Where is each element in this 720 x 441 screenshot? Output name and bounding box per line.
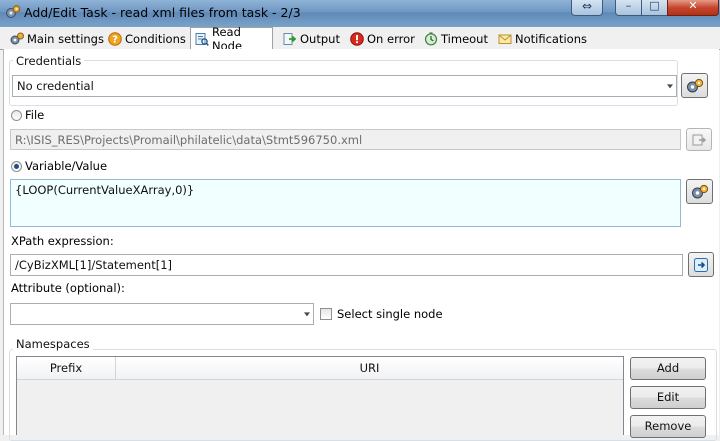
credentials-group-label: Credentials	[13, 54, 85, 68]
browse-file-icon	[692, 134, 706, 145]
tab-label: Conditions	[125, 31, 186, 46]
variable-value-textarea[interactable]: {LOOP(CurrentValueXArray,0)}	[10, 179, 681, 227]
attribute-dropdown[interactable]	[10, 303, 314, 325]
maximize-button[interactable]: □	[641, 0, 668, 16]
envelope-icon	[498, 34, 512, 44]
tab-on-error[interactable]: On error	[346, 29, 419, 48]
browse-file-button[interactable]	[686, 128, 712, 151]
app-gears-icon	[6, 5, 21, 18]
tab-main-settings[interactable]: Main settings	[6, 29, 108, 48]
variable-radio[interactable]	[11, 161, 22, 172]
credentials-dropdown[interactable]: No credential	[12, 75, 677, 97]
error-icon	[350, 31, 364, 46]
table-body	[17, 380, 623, 435]
svg-text:?: ?	[112, 34, 118, 45]
tab-conditions[interactable]: ? Conditions	[104, 29, 190, 48]
file-radio[interactable]	[11, 110, 22, 121]
read-node-icon	[195, 33, 209, 46]
tab-timeout[interactable]: Timeout	[420, 29, 492, 48]
tab-strip: Main settings ? Conditions Read Node Out…	[0, 25, 720, 53]
tab-label: Timeout	[441, 31, 488, 46]
tab-label: Main settings	[27, 31, 104, 46]
timeout-icon	[424, 31, 438, 45]
output-icon	[283, 32, 297, 45]
title-bar: Add/Edit Task - read xml files from task…	[0, 0, 720, 28]
tab-notifications[interactable]: Notifications	[494, 29, 591, 48]
xpath-builder-button[interactable]	[688, 252, 714, 277]
file-path-input[interactable]: R:\ISIS_RES\Projects\Promail\philatelic\…	[10, 129, 681, 150]
chevron-down-icon	[667, 84, 673, 89]
variable-label: Variable/Value	[25, 159, 108, 173]
gears-icon	[686, 78, 703, 92]
close-button[interactable]: ✕	[667, 0, 719, 16]
table-header: Prefix URI	[17, 357, 623, 380]
namespaces-group-label: Namespaces	[13, 337, 93, 351]
read-node-panel: Credentials No credential File R:\ISIS_R…	[3, 49, 719, 441]
xpath-input[interactable]: /CyBizXML[1]/Statement[1]	[10, 254, 683, 276]
minimize-button[interactable]: –	[615, 0, 642, 16]
column-header-uri[interactable]: URI	[116, 357, 623, 379]
variable-settings-button[interactable]	[686, 179, 713, 204]
select-single-node-checkbox[interactable]	[320, 308, 332, 320]
file-label: File	[25, 108, 45, 122]
question-icon: ?	[108, 31, 122, 46]
tab-label: Notifications	[515, 31, 587, 46]
chevron-down-icon	[304, 312, 310, 317]
credentials-value: No credential	[17, 79, 94, 93]
edit-namespace-button[interactable]: Edit	[630, 386, 706, 409]
window-title: Add/Edit Task - read xml files from task…	[24, 5, 301, 20]
swap-icon[interactable]: ⇔	[571, 0, 603, 16]
tab-label: Output	[300, 31, 340, 46]
tab-label: On error	[367, 31, 415, 46]
add-namespace-button[interactable]: Add	[630, 357, 706, 380]
tab-output[interactable]: Output	[279, 29, 344, 48]
xpath-label: XPath expression:	[11, 234, 114, 248]
attribute-label: Attribute (optional):	[11, 281, 125, 295]
namespaces-table[interactable]: Prefix URI	[16, 356, 624, 435]
column-header-prefix[interactable]: Prefix	[17, 357, 116, 379]
gears-icon	[10, 32, 24, 44]
xpath-builder-icon	[694, 257, 708, 272]
select-single-node-label: Select single node	[337, 307, 443, 321]
credentials-settings-button[interactable]	[681, 73, 708, 98]
gears-icon	[691, 184, 708, 198]
tab-read-node[interactable]: Read Node	[190, 25, 273, 53]
